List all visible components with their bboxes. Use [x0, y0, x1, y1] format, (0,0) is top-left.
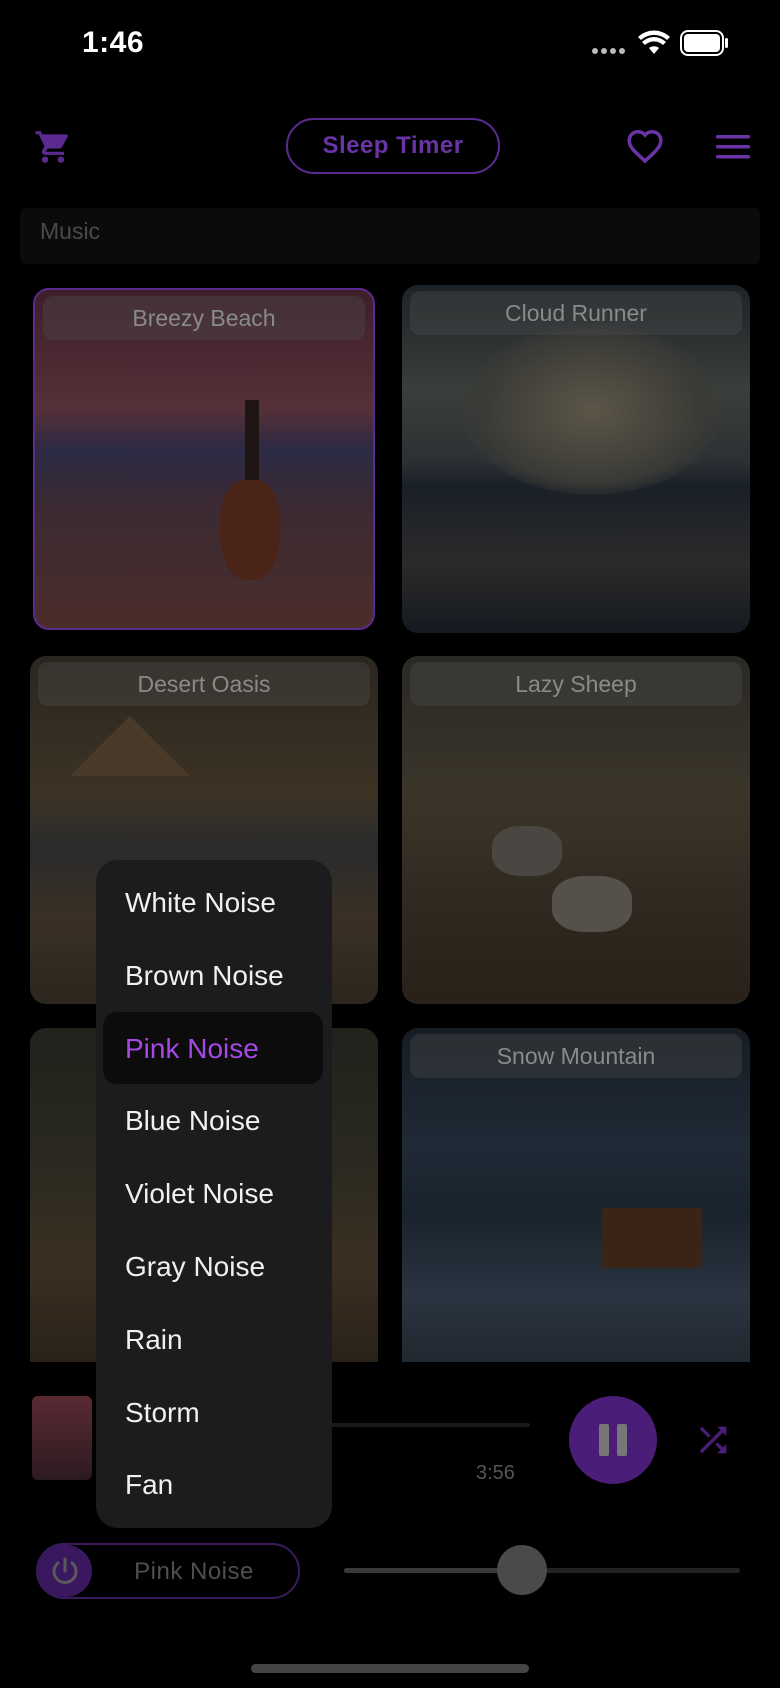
- section-header: [20, 208, 760, 264]
- home-indicator: [251, 1664, 529, 1673]
- tile-title: Desert Oasis: [38, 662, 370, 706]
- tile-title: Breezy Beach: [43, 296, 365, 340]
- tile-artwork: [602, 1208, 702, 1268]
- tile-lazy-sheep[interactable]: Lazy Sheep: [402, 656, 750, 1004]
- wifi-icon: [638, 30, 670, 61]
- selected-noise-label[interactable]: Pink Noise: [96, 1558, 292, 1586]
- power-icon: [52, 1557, 78, 1584]
- guitar-shape: [220, 480, 280, 580]
- hamburger-icon[interactable]: [716, 134, 750, 165]
- pause-button[interactable]: [569, 1396, 657, 1484]
- sleep-timer-button[interactable]: Sleep Timer: [286, 118, 500, 174]
- tile-breezy-beach[interactable]: Breezy Beach: [33, 288, 375, 630]
- battery-icon: [680, 30, 730, 61]
- menu-item-violet-noise[interactable]: Violet Noise: [96, 1158, 332, 1230]
- menu-item-blue-noise[interactable]: Blue Noise: [96, 1085, 332, 1157]
- noise-power-button[interactable]: [38, 1545, 92, 1597]
- now-playing-artwork[interactable]: [32, 1396, 92, 1480]
- shuffle-icon[interactable]: [692, 1420, 734, 1465]
- tile-artwork: [492, 826, 562, 876]
- section-label: Music: [40, 218, 101, 244]
- total-time: 3:56: [476, 1462, 515, 1484]
- menu-item-storm[interactable]: Storm: [96, 1377, 332, 1449]
- tile-title: Lazy Sheep: [410, 662, 742, 706]
- progress-track[interactable]: [330, 1423, 530, 1427]
- pause-icon: [599, 1424, 609, 1456]
- tile-cloud-runner[interactable]: Cloud Runner: [402, 285, 750, 633]
- tile-artwork: [70, 716, 190, 776]
- volume-fill: [344, 1568, 523, 1573]
- menu-item-pink-noise[interactable]: Pink Noise: [96, 1013, 332, 1085]
- menu-item-gray-noise[interactable]: Gray Noise: [96, 1231, 332, 1303]
- status-time: 1:46: [82, 26, 145, 59]
- noise-menu-list: White Noise Brown Noise Pink Noise Blue Noi…: [96, 867, 332, 1523]
- cart-icon[interactable]: [34, 128, 72, 171]
- tile-artwork: [552, 876, 632, 932]
- volume-knob[interactable]: [497, 1545, 548, 1595]
- cellular-signal-icon: [592, 48, 626, 54]
- tile-title: Snow Mountain: [410, 1034, 742, 1078]
- pause-icon-bar: [617, 1424, 627, 1456]
- tile-artwork: [462, 325, 722, 495]
- menu-item-brown-noise[interactable]: Brown Noise: [96, 940, 332, 1012]
- heart-icon[interactable]: [626, 128, 664, 169]
- tile-title: Cloud Runner: [410, 291, 742, 335]
- menu-item-fan[interactable]: Fan: [96, 1449, 332, 1521]
- tile-snow-mountain[interactable]: Snow Mountain: [402, 1028, 750, 1362]
- menu-item-white-noise[interactable]: White Noise: [96, 867, 332, 939]
- menu-item-rain[interactable]: Rain: [96, 1304, 332, 1376]
